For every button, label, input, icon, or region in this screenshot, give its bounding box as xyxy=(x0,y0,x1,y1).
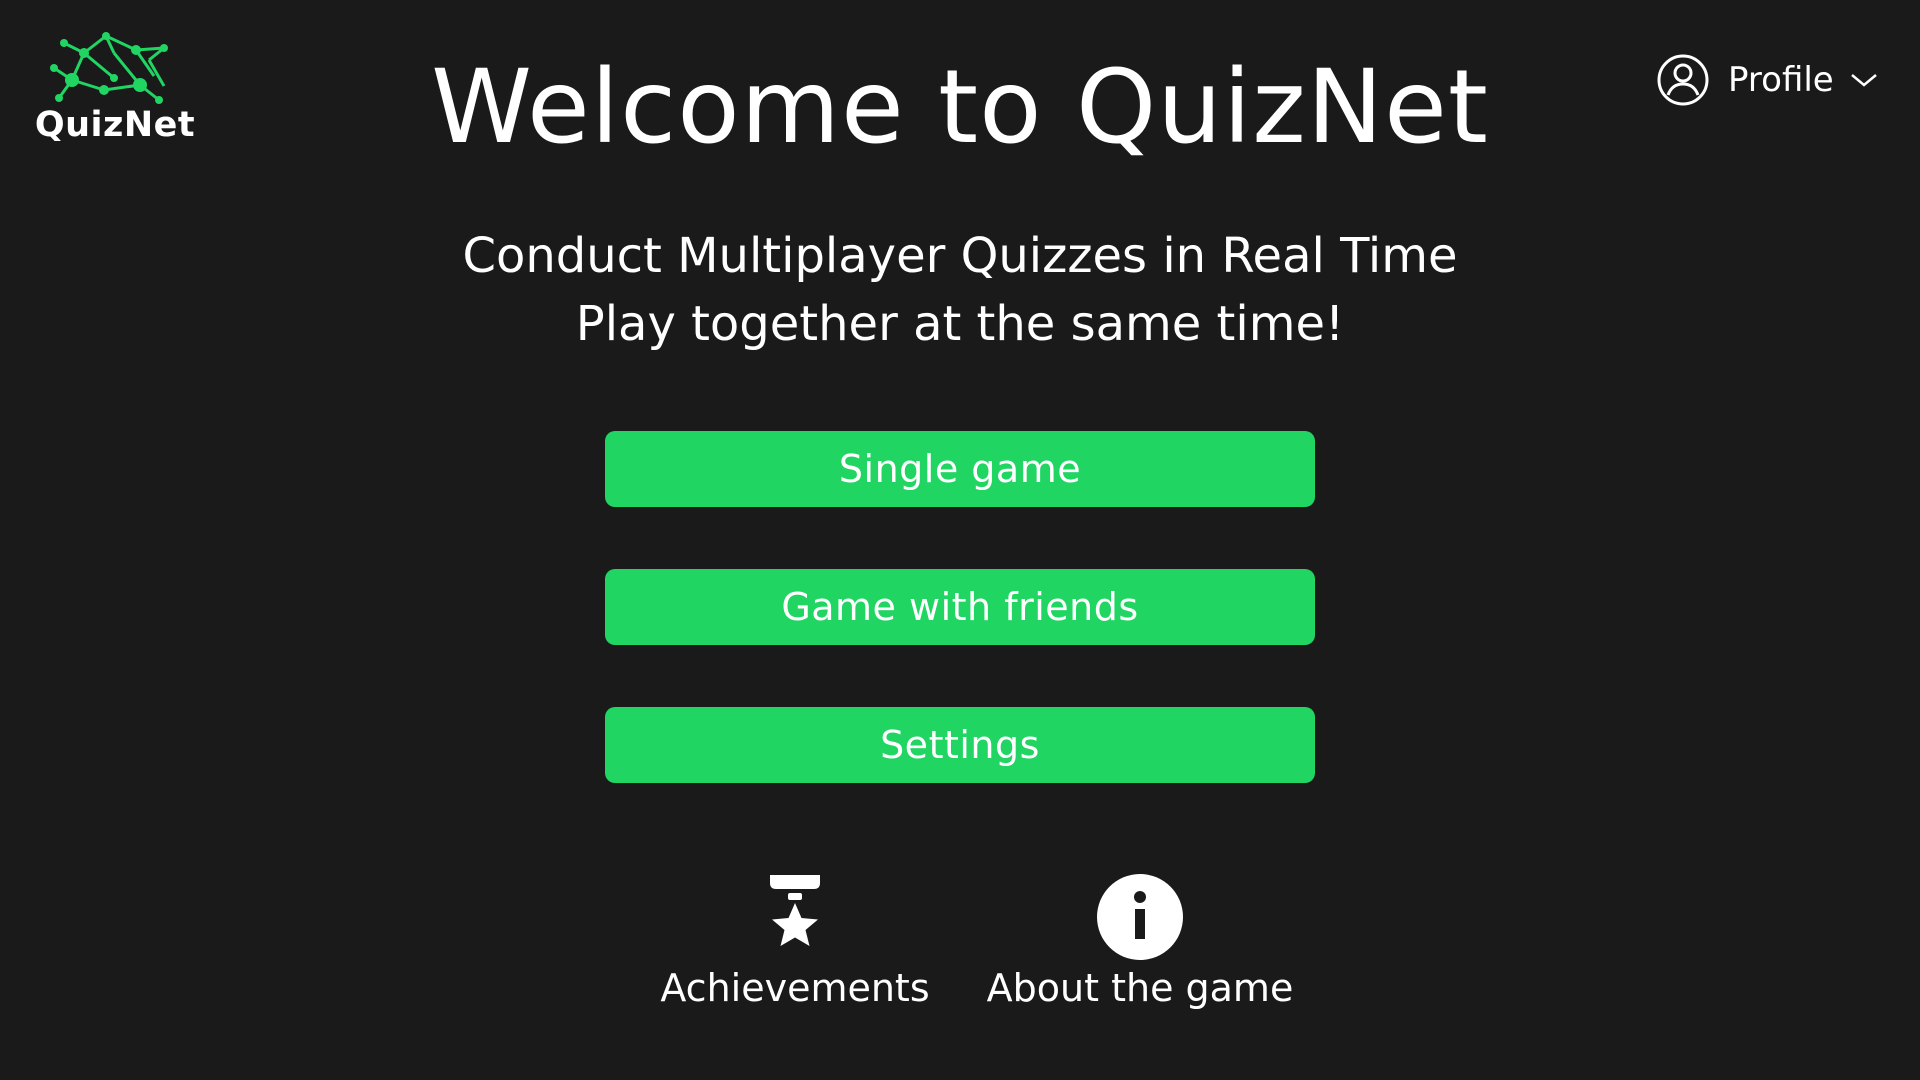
page-title: Welcome to QuizNet xyxy=(431,48,1489,167)
info-icon xyxy=(1097,874,1183,960)
settings-button[interactable]: Settings xyxy=(605,707,1315,783)
achievements-label: Achievements xyxy=(660,966,930,1010)
profile-label: Profile xyxy=(1728,60,1834,100)
chevron-down-icon xyxy=(1850,74,1877,87)
user-circle-icon xyxy=(1657,54,1709,106)
about-the-game-button[interactable]: About the game xyxy=(980,872,1300,1010)
game-with-friends-button[interactable]: Game with friends xyxy=(605,569,1315,645)
main-menu-screen: QuizNet Welcome to QuizNet Profile Condu… xyxy=(0,0,1920,1080)
single-game-button[interactable]: Single game xyxy=(605,431,1315,507)
achievements-button[interactable]: Achievements xyxy=(660,872,930,1010)
profile-menu[interactable]: Profile xyxy=(1656,52,1878,108)
about-the-game-label: About the game xyxy=(986,966,1294,1010)
subtitle-line-2: Play together at the same time! xyxy=(575,296,1345,352)
medal-star-icon xyxy=(770,875,820,946)
subtitle-line-1: Conduct Multiplayer Quizzes in Real Time xyxy=(462,228,1458,284)
